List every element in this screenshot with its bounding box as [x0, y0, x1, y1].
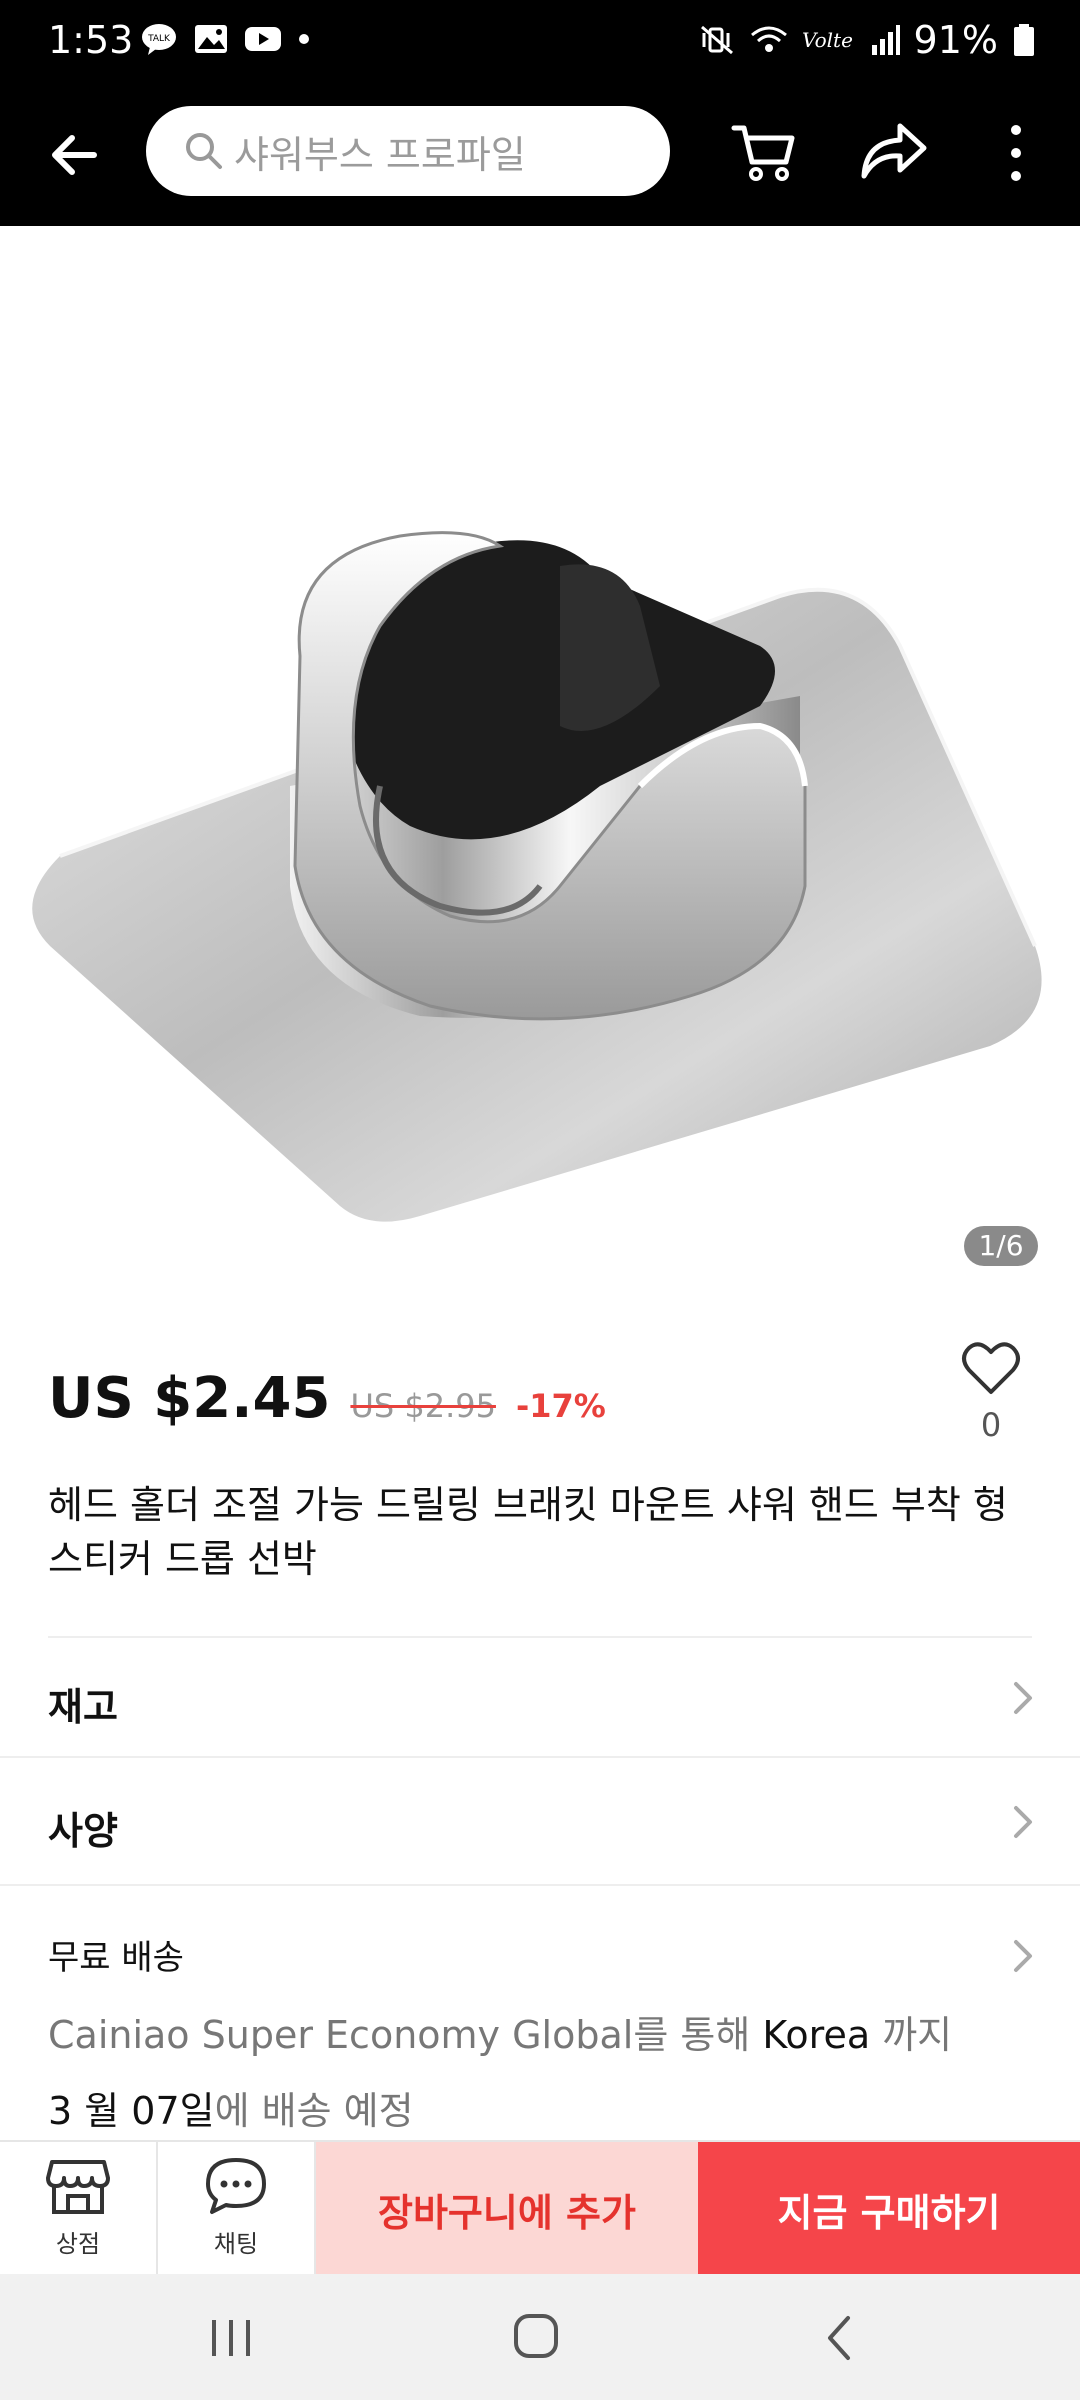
battery-icon	[1014, 24, 1034, 56]
discount-badge: -17%	[515, 1387, 606, 1425]
current-price: US $2.45	[48, 1366, 331, 1431]
product-image[interactable]	[0, 226, 1080, 1286]
shipping-carrier: Cainiao Super Economy Global	[48, 2013, 634, 2057]
product-title: 헤드 홀더 조절 가능 드릴링 브래킷 마운트 샤워 핸드 부착 형 스티커 드…	[48, 1483, 1008, 1581]
signal-icon	[871, 25, 900, 55]
wishlist-button[interactable]: 0	[956, 1340, 1026, 1444]
chevron-right-icon	[1014, 1940, 1032, 1972]
status-right: Volte 91%	[698, 18, 1036, 62]
share-icon[interactable]	[858, 118, 928, 182]
buy-now-button[interactable]: 지금 구매하기	[698, 2142, 1080, 2276]
image-counter: 1/6	[964, 1226, 1038, 1266]
cart-icon[interactable]	[730, 116, 800, 186]
gallery-icon	[195, 25, 227, 53]
chevron-right-icon	[1014, 1806, 1032, 1838]
top-nav: 샤워부스 프로파일	[0, 84, 1080, 226]
original-price: US $2.95	[350, 1387, 496, 1425]
chevron-right-icon	[1014, 1682, 1032, 1714]
divider	[0, 1884, 1080, 1886]
youtube-icon	[245, 27, 281, 51]
system-back-icon[interactable]	[824, 2314, 854, 2362]
store-label: 상점	[55, 2230, 101, 2258]
add-to-cart-button[interactable]: 장바구니에 추가	[316, 2142, 698, 2276]
price-row: US $2.45 US $2.95 -17%	[48, 1366, 606, 1431]
heart-icon	[962, 1342, 1020, 1394]
search-icon	[186, 133, 222, 169]
shipping-label: 무료 배송	[48, 1938, 184, 1978]
battery-percent: 91%	[913, 18, 998, 62]
back-arrow-icon[interactable]	[40, 120, 110, 190]
system-nav-bar	[0, 2274, 1080, 2400]
delivery-date: 3 월 07일	[48, 2089, 215, 2133]
delivery-suffix: 에 배송 예정	[214, 2089, 414, 2133]
wishlist-count: 0	[980, 1406, 1002, 1444]
stock-row[interactable]: 재고	[0, 1636, 1080, 1758]
home-icon[interactable]	[512, 2312, 560, 2360]
shipping-to: 까지	[870, 2013, 953, 2057]
specs-row[interactable]: 사양	[0, 1760, 1080, 1882]
status-time: 1:53	[48, 18, 134, 62]
shipping-destination: Korea	[762, 2013, 871, 2057]
store-button[interactable]: 상점	[0, 2142, 158, 2276]
status-bar: 1:53 TALK Volte 91%	[0, 0, 1080, 84]
stock-label: 재고	[48, 1685, 118, 1729]
notification-icons: TALK	[140, 22, 312, 56]
delivery-estimate: 3 월 07일에 배송 예정	[48, 2080, 414, 2135]
search-input[interactable]: 샤워부스 프로파일	[146, 106, 670, 196]
shipping-via: 를 통해	[633, 2013, 763, 2057]
search-placeholder: 샤워부스 프로파일	[234, 132, 526, 177]
more-vertical-icon[interactable]	[996, 118, 1036, 188]
wifi-icon	[750, 26, 787, 52]
chat-icon	[206, 2158, 266, 2214]
volte-icon: Volte	[802, 28, 853, 52]
shower-holder-illustration	[32, 531, 1042, 1222]
talk-icon: TALK	[142, 24, 176, 55]
action-bar: 상점 채팅 장바구니에 추가 지금 구매하기	[0, 2140, 1080, 2276]
mute-vibrate-icon	[700, 25, 733, 55]
dot-icon	[299, 34, 309, 44]
chat-button[interactable]: 채팅	[158, 2142, 316, 2276]
store-icon	[46, 2160, 110, 2214]
svg-text:Volte: Volte	[802, 28, 853, 52]
chat-label: 채팅	[213, 2230, 259, 2258]
svg-text:TALK: TALK	[147, 34, 171, 44]
shipping-method: Cainiao Super Economy Global를 통해 Korea 까…	[48, 2004, 952, 2059]
recent-apps-icon[interactable]	[208, 2316, 254, 2360]
divider	[0, 1756, 1080, 1758]
specs-label: 사양	[48, 1809, 118, 1853]
